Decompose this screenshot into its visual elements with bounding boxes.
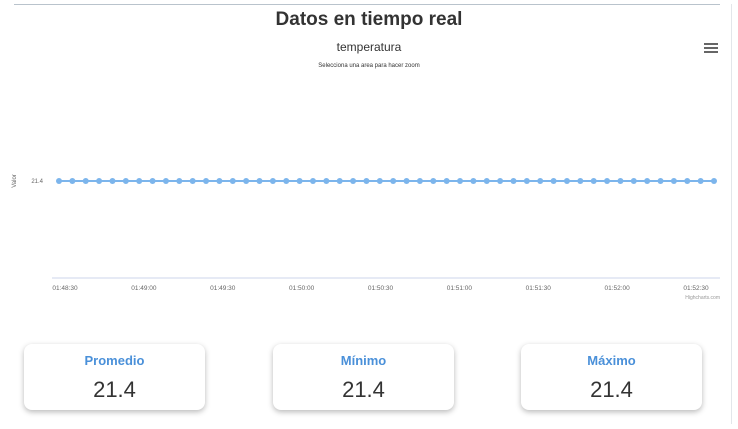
data-point bbox=[390, 178, 397, 184]
stat-label-maximum: Máximo bbox=[587, 353, 636, 368]
data-point bbox=[283, 178, 290, 184]
data-point bbox=[457, 178, 464, 184]
data-point bbox=[323, 178, 330, 184]
stat-card-maximum: Máximo 21.4 bbox=[521, 344, 702, 410]
data-point bbox=[256, 178, 263, 184]
chart-container[interactable]: temperatura Selecciona una area para hac… bbox=[0, 34, 738, 324]
data-point bbox=[684, 178, 691, 184]
data-point bbox=[470, 178, 477, 184]
x-tick-label: 01:49:00 bbox=[131, 285, 157, 292]
data-point bbox=[577, 178, 584, 184]
data-point bbox=[697, 178, 704, 184]
data-point bbox=[136, 178, 143, 184]
data-point bbox=[269, 178, 276, 184]
data-point bbox=[416, 178, 423, 184]
page-title: Datos en tiempo real bbox=[275, 9, 463, 30]
x-tick-label: 01:51:30 bbox=[526, 285, 552, 292]
data-point bbox=[590, 178, 597, 184]
data-point bbox=[644, 178, 651, 184]
data-point bbox=[604, 178, 611, 184]
data-point bbox=[176, 178, 183, 184]
x-tick-label: 01:50:30 bbox=[368, 285, 394, 292]
data-point bbox=[243, 178, 250, 184]
data-point bbox=[216, 178, 223, 184]
data-point bbox=[189, 178, 196, 184]
data-point bbox=[229, 178, 236, 184]
data-point bbox=[203, 178, 210, 184]
data-point bbox=[350, 178, 357, 184]
data-point bbox=[109, 178, 116, 184]
data-point bbox=[296, 178, 303, 184]
data-point bbox=[376, 178, 383, 184]
data-point bbox=[56, 178, 62, 184]
data-point bbox=[630, 178, 637, 184]
stat-value-average: 21.4 bbox=[93, 377, 136, 402]
data-point bbox=[149, 178, 156, 184]
data-point bbox=[162, 178, 169, 184]
data-point bbox=[670, 178, 677, 184]
data-point bbox=[497, 178, 504, 184]
data-point bbox=[309, 178, 316, 184]
data-point bbox=[537, 178, 544, 184]
data-point bbox=[122, 178, 129, 184]
stat-label-average: Promedio bbox=[84, 353, 145, 368]
x-tick-label: 01:52:30 bbox=[683, 285, 709, 292]
data-point bbox=[657, 178, 664, 184]
y-tick-label: 21.4 bbox=[31, 179, 43, 185]
data-point bbox=[563, 178, 570, 184]
top-border bbox=[14, 4, 720, 5]
data-point bbox=[523, 178, 530, 184]
stat-value-minimum: 21.4 bbox=[342, 377, 385, 402]
data-point bbox=[617, 178, 624, 184]
y-axis-label: Valor bbox=[12, 174, 18, 188]
x-tick-label: 01:52:00 bbox=[604, 285, 630, 292]
data-point bbox=[550, 178, 557, 184]
data-point bbox=[711, 178, 717, 184]
stat-card-average: Promedio 21.4 bbox=[24, 344, 205, 410]
x-tick-label: 01:51:00 bbox=[447, 285, 473, 292]
stat-value-maximum: 21.4 bbox=[590, 377, 633, 402]
data-point bbox=[69, 178, 76, 184]
data-point bbox=[443, 178, 450, 184]
chart-credits: Highcharts.com bbox=[685, 295, 720, 301]
data-point bbox=[363, 178, 370, 184]
data-point bbox=[96, 178, 103, 184]
x-tick-label: 01:49:30 bbox=[210, 285, 236, 292]
data-point bbox=[510, 178, 517, 184]
line-chart[interactable]: Valor 21.4 01:48:30 01:49:00 01:49:30 01:50:0… bbox=[0, 34, 738, 324]
x-tick-label: 01:48:30 bbox=[52, 285, 78, 292]
data-point bbox=[403, 178, 410, 184]
data-point bbox=[483, 178, 490, 184]
data-point bbox=[430, 178, 437, 184]
data-point bbox=[336, 178, 343, 184]
stat-label-minimum: Mínimo bbox=[340, 353, 387, 368]
x-tick-label: 01:50:00 bbox=[289, 285, 315, 292]
data-point bbox=[82, 178, 89, 184]
stat-card-minimum: Mínimo 21.4 bbox=[273, 344, 454, 410]
